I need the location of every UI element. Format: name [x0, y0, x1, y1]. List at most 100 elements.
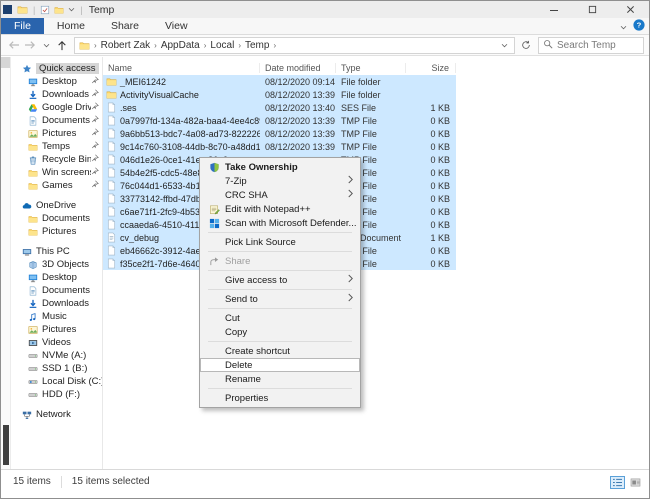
breadcrumb-chevron-icon[interactable]: ›	[271, 41, 278, 50]
menu-item-send-to[interactable]: Send to	[200, 292, 360, 306]
sidebar-item-quick-access[interactable]: Quick access	[11, 62, 102, 75]
status-separator	[61, 476, 62, 488]
breadcrumb-chevron-icon[interactable]: ›	[236, 41, 243, 50]
sidebar-item-documents[interactable]: Documents	[11, 114, 102, 127]
file-row[interactable]: 9a6bb513-bdc7-4a08-ad73-82222653dbd...08…	[103, 127, 456, 140]
new-folder-icon[interactable]	[54, 5, 64, 15]
sidebar-item-network[interactable]: Network	[11, 408, 102, 421]
customize-qat-chevron-icon[interactable]	[68, 7, 75, 12]
sidebar-item-3d-objects[interactable]: 3D Objects	[11, 258, 102, 271]
breadcrumb-item[interactable]: Robert Zak	[99, 40, 152, 51]
sidebar-item-downloads[interactable]: Downloads	[11, 297, 102, 310]
minimize-button[interactable]	[535, 1, 573, 18]
sidebar-item-onedrive[interactable]: OneDrive	[11, 199, 102, 212]
menu-item-label: Take Ownership	[225, 162, 357, 173]
sidebar-item-label: Pictures	[42, 226, 76, 237]
sidebar-item-win-screenshots[interactable]: Win screenshots	[11, 166, 102, 179]
scrollbar-thumb[interactable]	[3, 425, 9, 465]
menu-item-take-ownership[interactable]: Take Ownership	[200, 160, 360, 174]
sidebar-item-pictures[interactable]: Pictures	[11, 127, 102, 140]
details-view-icon[interactable]	[610, 476, 625, 489]
back-icon[interactable]	[6, 37, 22, 53]
column-header-size[interactable]: Size	[406, 63, 456, 73]
column-header-date-modified[interactable]: Date modified	[260, 63, 336, 73]
tab-share[interactable]: Share	[98, 18, 152, 34]
recent-locations-chevron-icon[interactable]	[38, 37, 54, 53]
sidebar-item-ssd-1-b-[interactable]: SSD 1 (B:)	[11, 362, 102, 375]
maximize-button[interactable]	[573, 1, 611, 18]
large-icons-view-icon[interactable]	[628, 476, 643, 489]
sidebar-item-pictures[interactable]: Pictures	[11, 225, 102, 238]
sidebar-item-documents[interactable]: Documents	[11, 284, 102, 297]
menu-item-delete[interactable]: Delete	[200, 358, 360, 372]
file-row[interactable]: 0a7997fd-134a-482a-baa4-4ee4c8925930...0…	[103, 114, 456, 127]
tab-home[interactable]: Home	[44, 18, 98, 34]
breadcrumb-item[interactable]: AppData	[159, 40, 202, 51]
sidebar-item-desktop[interactable]: Desktop	[11, 75, 102, 88]
sidebar-item-desktop[interactable]: Desktop	[11, 271, 102, 284]
up-icon[interactable]	[54, 37, 70, 53]
file-row[interactable]: ActivityVisualCache08/12/2020 13:39File …	[103, 88, 456, 101]
close-button[interactable]	[611, 1, 649, 18]
menu-item-edit-with-notepad[interactable]: Edit with Notepad++	[200, 202, 360, 216]
breadcrumb-item[interactable]: Local	[208, 40, 236, 51]
menu-item-rename[interactable]: Rename	[200, 372, 360, 386]
minimize-ribbon-chevron-icon[interactable]	[620, 21, 627, 33]
pin-icon	[91, 102, 99, 113]
breadcrumb-item[interactable]: Temp	[243, 40, 271, 51]
cloud-icon	[21, 201, 33, 211]
file-list-pane: Name^Date modifiedTypeSize _MEI6124208/1…	[103, 57, 649, 469]
forward-icon[interactable]	[22, 37, 38, 53]
sidebar-item-google-drive[interactable]: Google Drive	[11, 101, 102, 114]
breadcrumb-chevron-icon[interactable]: ›	[92, 41, 99, 50]
menu-item-7-zip[interactable]: 7-Zip	[200, 174, 360, 188]
notepad-icon	[203, 204, 225, 215]
folder-icon	[27, 214, 39, 224]
menu-item-properties[interactable]: Properties	[200, 391, 360, 405]
file-row[interactable]: .ses08/12/2020 13:40SES File1 KB	[103, 101, 456, 114]
search-box[interactable]: Search Temp	[538, 37, 644, 54]
menu-item-crc-sha[interactable]: CRC SHA	[200, 188, 360, 202]
menu-separator	[208, 232, 352, 233]
sidebar-item-pictures[interactable]: Pictures	[11, 323, 102, 336]
sidebar-scrollbar[interactable]	[1, 57, 11, 469]
file-icon	[106, 154, 117, 165]
menu-item-copy[interactable]: Copy	[200, 325, 360, 339]
sidebar-item-downloads[interactable]: Downloads	[11, 88, 102, 101]
properties-icon[interactable]	[40, 5, 50, 15]
sidebar-item-temps[interactable]: Temps	[11, 140, 102, 153]
sidebar-item-music[interactable]: Music	[11, 310, 102, 323]
sidebar-item-this-pc[interactable]: This PC	[11, 245, 102, 258]
file-row[interactable]: _MEI6124208/12/2020 09:14File folder	[103, 75, 456, 88]
menu-item-give-access-to[interactable]: Give access to	[200, 273, 360, 287]
menu-item-cut[interactable]: Cut	[200, 311, 360, 325]
menu-item-create-shortcut[interactable]: Create shortcut	[200, 344, 360, 358]
help-icon[interactable]: ?	[633, 19, 645, 34]
file-icon	[106, 193, 117, 204]
file-type: TMP File	[336, 129, 406, 139]
menu-item-label: Cut	[225, 313, 357, 324]
explorer-folder-icon	[17, 4, 28, 15]
sidebar-item-local-disk-c-[interactable]: Local Disk (C:)	[11, 375, 102, 388]
file-icon	[106, 245, 117, 256]
tab-file[interactable]: File	[1, 18, 44, 34]
sidebar-item-documents[interactable]: Documents	[11, 212, 102, 225]
sidebar-item-videos[interactable]: Videos	[11, 336, 102, 349]
menu-item-scan-with-microsoft-defender[interactable]: Scan with Microsoft Defender...	[200, 216, 360, 230]
column-header-name[interactable]: Name^	[103, 63, 260, 73]
scrollbar-up-arrow[interactable]	[1, 57, 10, 68]
breadcrumb-chevron-icon[interactable]: ›	[152, 41, 159, 50]
sidebar-item-hdd-f-[interactable]: HDD (F:)	[11, 388, 102, 401]
sidebar-item-recycle-bin[interactable]: Recycle Bin	[11, 153, 102, 166]
tab-view[interactable]: View	[152, 18, 201, 34]
address-bar[interactable]: ›Robert Zak›AppData›Local›Temp›	[74, 37, 515, 54]
file-row[interactable]: 9c14c760-3108-44db-8c70-a48dd142ab20...0…	[103, 140, 456, 153]
computer-icon	[21, 247, 33, 257]
refresh-icon[interactable]	[517, 37, 535, 54]
drive-icon	[27, 351, 39, 361]
address-dropdown-chevron-icon[interactable]	[496, 37, 512, 53]
column-header-type[interactable]: Type	[336, 63, 406, 73]
sidebar-item-games[interactable]: Games	[11, 179, 102, 192]
menu-item-pick-link-source[interactable]: Pick Link Source	[200, 235, 360, 249]
sidebar-item-nvme-a-[interactable]: NVMe (A:)	[11, 349, 102, 362]
